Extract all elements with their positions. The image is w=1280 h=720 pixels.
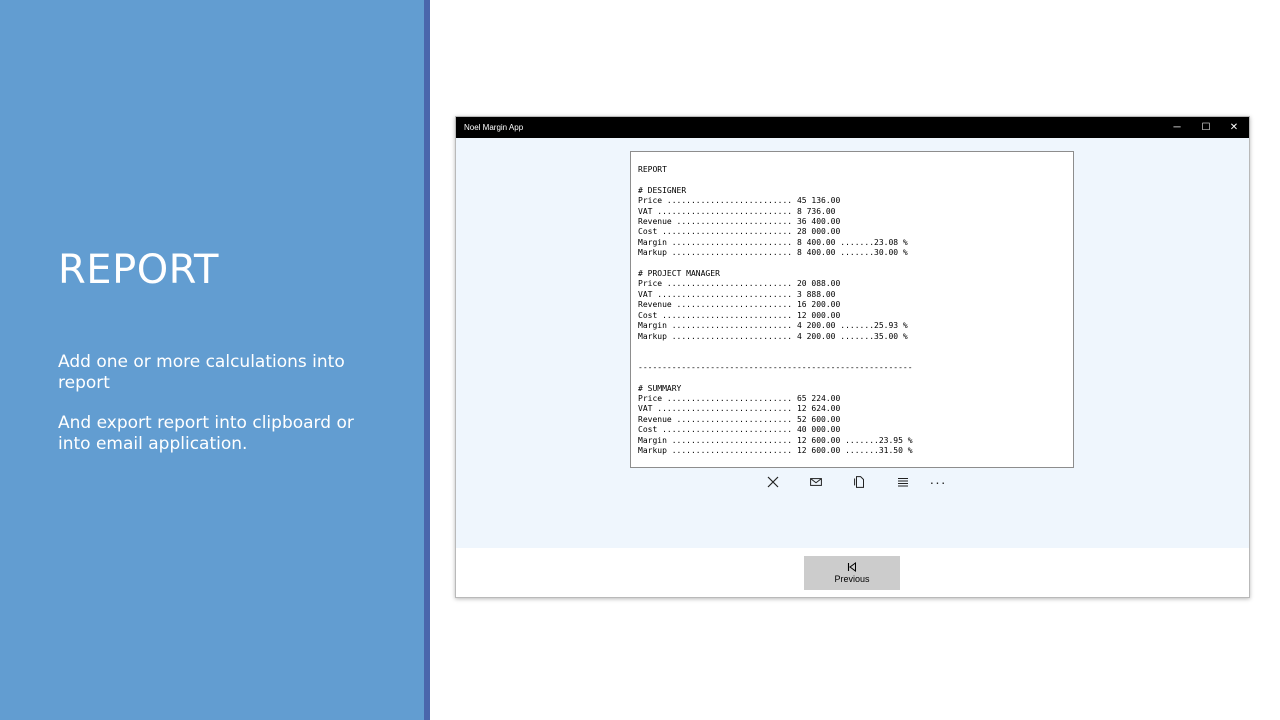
maximize-button[interactable]: ☐	[1192, 117, 1220, 138]
report-toolbar: ···	[456, 471, 1249, 493]
more-icon[interactable]: ···	[926, 471, 950, 493]
window-title: Noel Margin App	[464, 123, 524, 132]
slide-title: REPORT	[58, 247, 219, 293]
close-button[interactable]: ✕	[1220, 117, 1248, 138]
previous-button[interactable]: Previous	[804, 556, 900, 590]
app-window: Noel Margin App ─ ☐ ✕ REPORT # DESIGNER …	[455, 116, 1250, 598]
minimize-button[interactable]: ─	[1163, 117, 1191, 138]
report-text: REPORT # DESIGNER Price ................…	[638, 165, 913, 455]
previous-icon	[847, 561, 857, 572]
slide-panel: REPORT Add one or more calculations into…	[0, 0, 424, 720]
panel-stripe	[424, 0, 430, 720]
title-bar: Noel Margin App ─ ☐ ✕	[456, 117, 1249, 138]
mail-icon[interactable]	[804, 471, 828, 493]
slide-paragraph-1: Add one or more calculations into report	[58, 352, 345, 393]
footer-bar: Previous	[456, 548, 1249, 597]
content-area: REPORT # DESIGNER Price ................…	[456, 138, 1249, 548]
slide-paragraph-2: And export report into clipboard or into…	[58, 413, 354, 454]
cancel-icon[interactable]	[761, 471, 785, 493]
copy-icon[interactable]	[847, 471, 871, 493]
list-icon[interactable]	[891, 471, 915, 493]
previous-label: Previous	[834, 573, 870, 584]
report-textbox[interactable]: REPORT # DESIGNER Price ................…	[630, 151, 1074, 468]
